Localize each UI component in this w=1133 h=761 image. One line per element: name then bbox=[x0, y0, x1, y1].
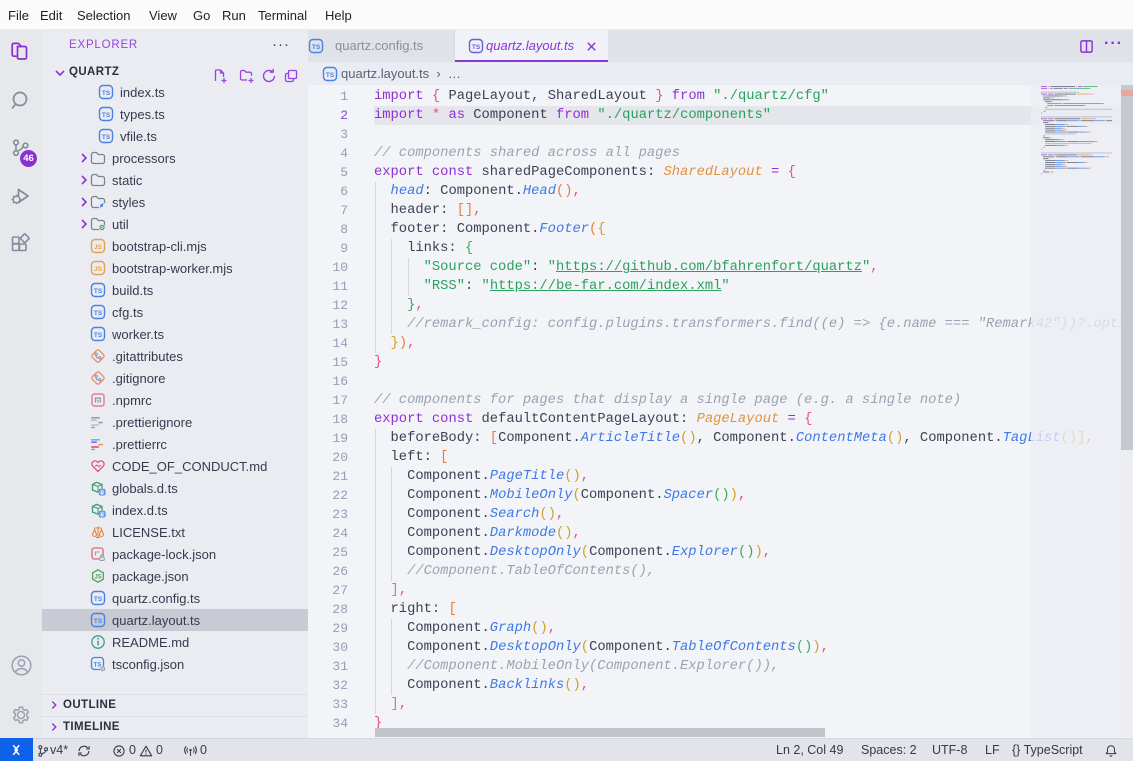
svg-text:TS: TS bbox=[94, 332, 103, 339]
svg-text:TS: TS bbox=[94, 663, 102, 669]
svg-text:TS: TS bbox=[94, 310, 103, 317]
svg-text:TS: TS bbox=[99, 490, 105, 495]
svg-text:TS: TS bbox=[102, 134, 111, 141]
svg-text:TS: TS bbox=[312, 44, 321, 51]
svg-text:TS: TS bbox=[102, 90, 111, 97]
svg-text:TS: TS bbox=[326, 72, 335, 79]
svg-text:TS: TS bbox=[94, 288, 103, 295]
svg-text:JS: JS bbox=[94, 575, 101, 581]
svg-text:TS: TS bbox=[94, 596, 103, 603]
svg-text:TS: TS bbox=[94, 618, 103, 625]
svg-text:JS: JS bbox=[94, 266, 103, 273]
svg-text:TS: TS bbox=[99, 512, 105, 517]
svg-text:TS: TS bbox=[472, 44, 481, 51]
svg-text:TS: TS bbox=[102, 112, 111, 119]
svg-text:JS: JS bbox=[94, 244, 103, 251]
